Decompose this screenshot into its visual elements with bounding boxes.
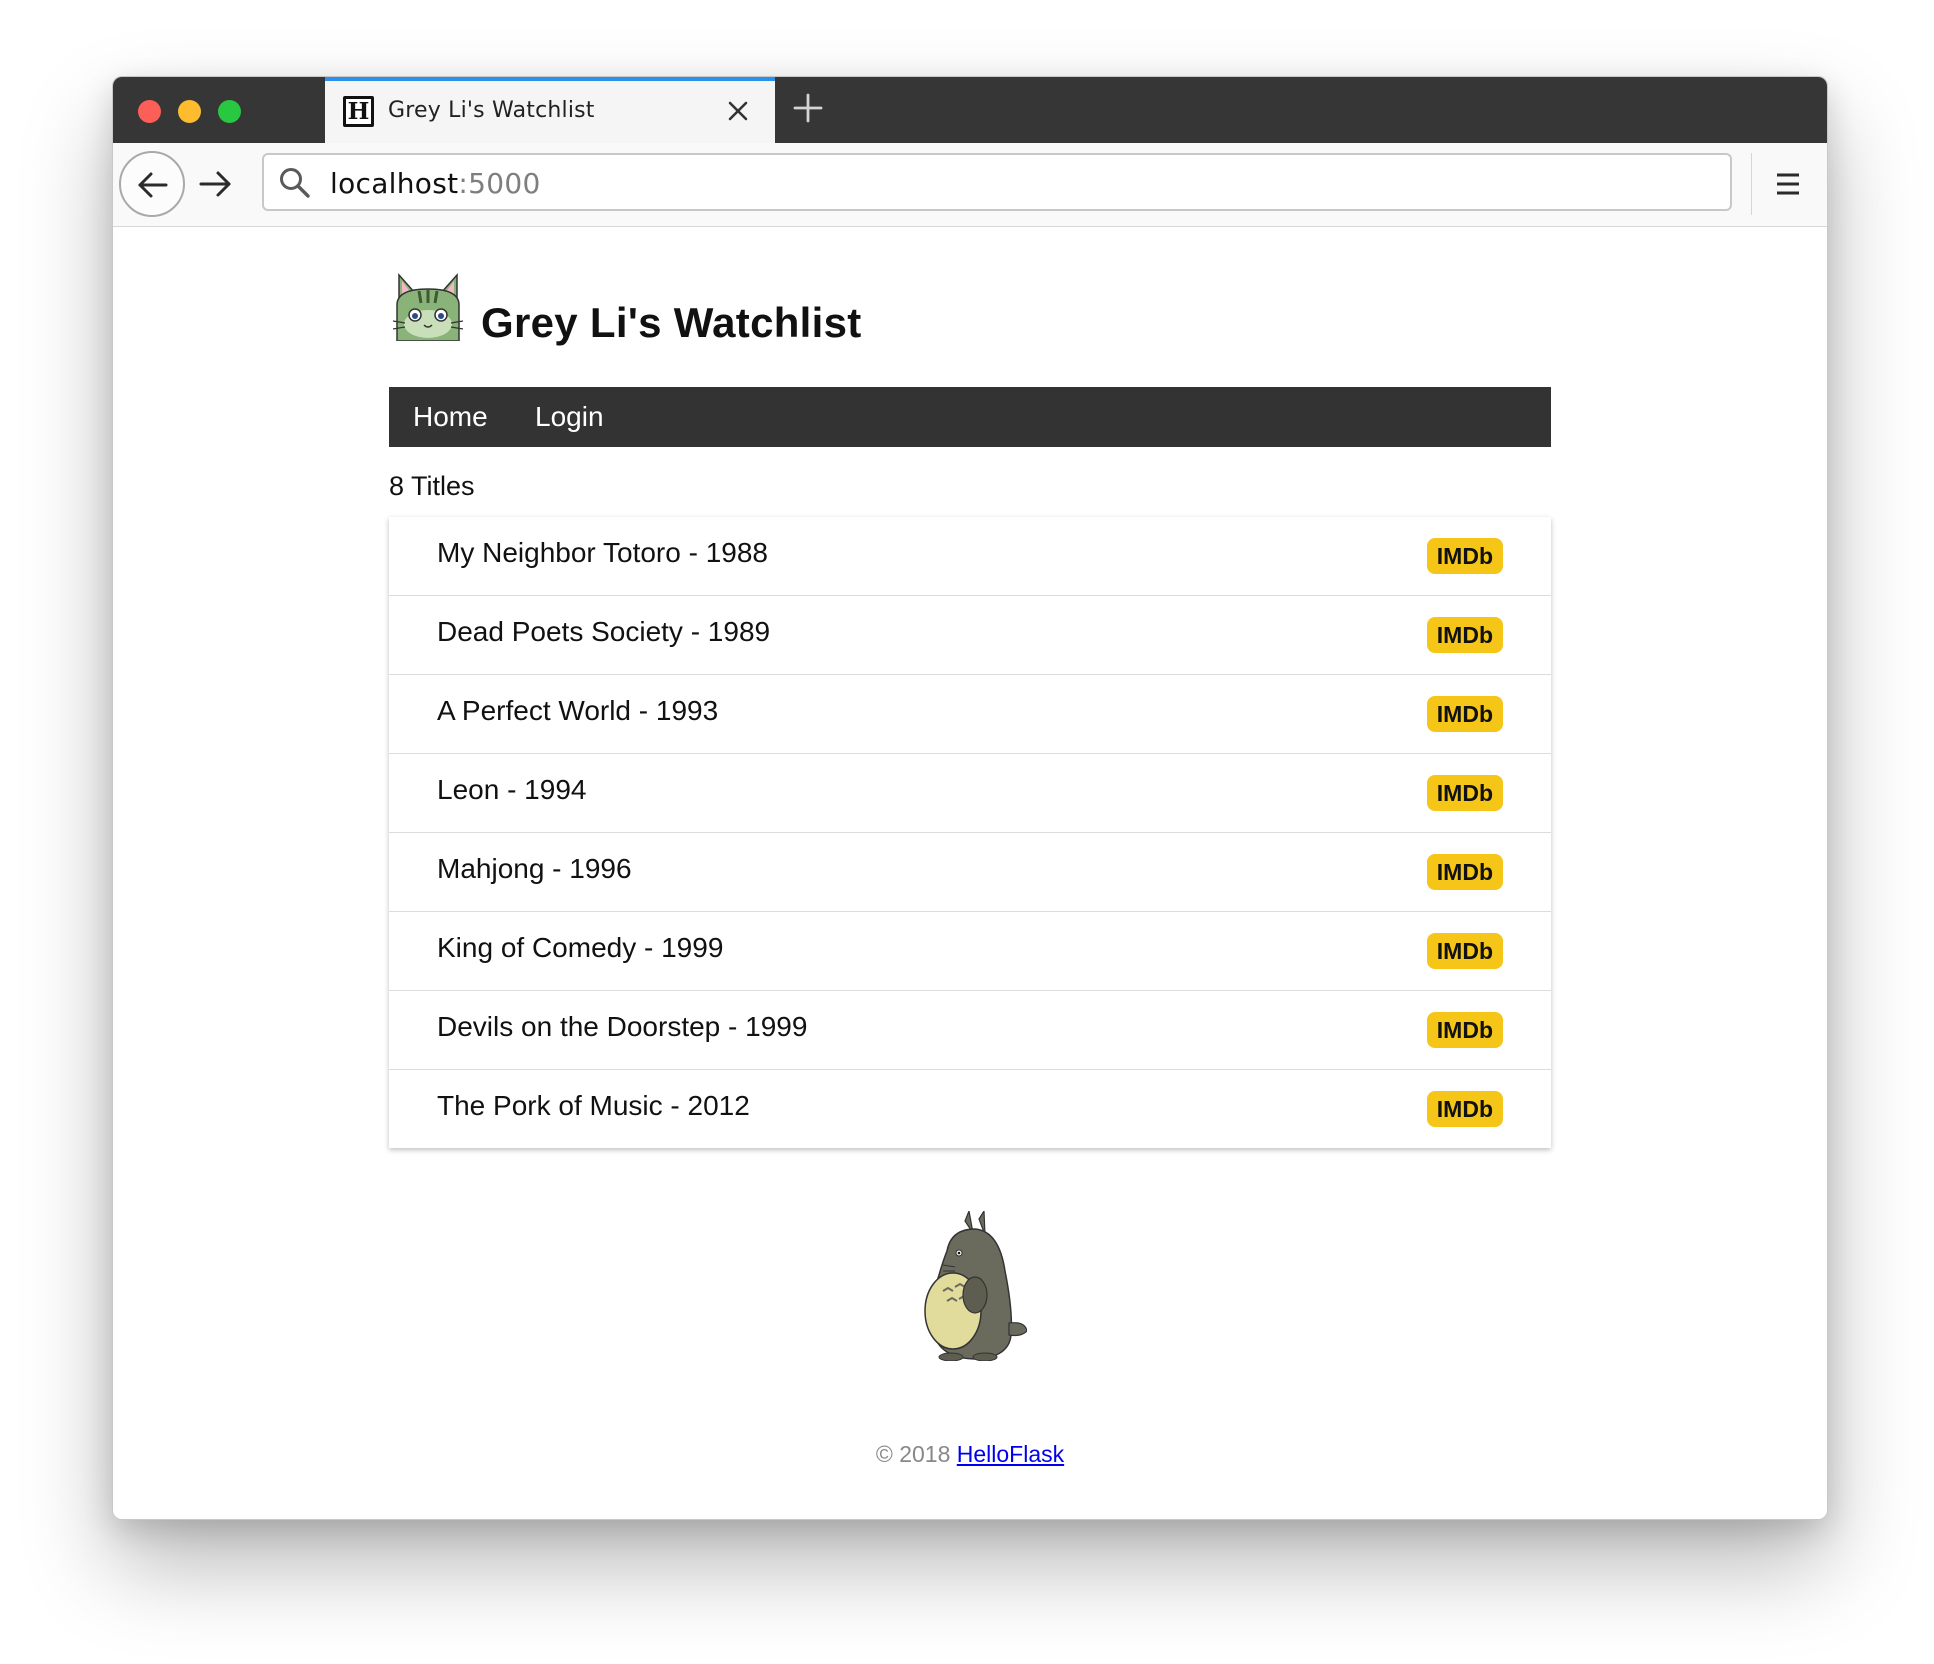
- list-item: King of Comedy - 1999 IMDb: [389, 912, 1551, 991]
- movie-title: Mahjong - 1996: [437, 853, 632, 884]
- toolbar-divider: [1751, 153, 1752, 215]
- imdb-link[interactable]: IMDb: [1426, 617, 1503, 653]
- imdb-link[interactable]: IMDb: [1426, 933, 1503, 969]
- url-text: localhost:5000: [330, 167, 541, 200]
- list-item: Mahjong - 1996 IMDb: [389, 833, 1551, 912]
- active-tab[interactable]: H Grey Li's Watchlist: [325, 77, 775, 143]
- list-item: Dead Poets Society - 1989 IMDb: [389, 596, 1551, 675]
- cat-avatar-icon: [392, 273, 464, 341]
- plus-icon[interactable]: [791, 91, 825, 125]
- browser-toolbar: localhost:5000: [113, 143, 1827, 227]
- movie-title: A Perfect World - 1993: [437, 695, 719, 726]
- hamburger-menu-icon[interactable]: [1771, 167, 1805, 201]
- favicon-icon: H: [343, 96, 374, 127]
- imdb-link[interactable]: IMDb: [1426, 1091, 1503, 1127]
- imdb-link[interactable]: IMDb: [1426, 775, 1503, 811]
- tab-title: Grey Li's Watchlist: [388, 98, 595, 123]
- window-maximize-button[interactable]: [218, 100, 241, 123]
- footer-copyright: © 2018: [875, 1441, 951, 1467]
- browser-window: H Grey Li's Watchlist localhost:5000 Gre…: [112, 76, 1828, 1520]
- movie-title: Devils on the Doorstep - 1999: [437, 1011, 808, 1042]
- page-title: Grey Li's Watchlist: [481, 299, 862, 346]
- page-content: Grey Li's Watchlist Home Login 8 Titles …: [113, 227, 1827, 1519]
- close-icon[interactable]: [725, 98, 751, 124]
- list-item: Leon - 1994 IMDb: [389, 754, 1551, 833]
- imdb-link[interactable]: IMDb: [1426, 1012, 1503, 1048]
- window-close-button[interactable]: [138, 100, 161, 123]
- back-button[interactable]: [119, 151, 185, 217]
- address-bar[interactable]: localhost:5000: [262, 153, 1732, 211]
- movie-title: King of Comedy - 1999: [437, 932, 724, 963]
- forward-arrow-icon[interactable]: [197, 165, 235, 203]
- nav-login-link[interactable]: Login: [535, 387, 604, 447]
- movie-title: The Pork of Music - 2012: [437, 1090, 750, 1121]
- nav-home-link[interactable]: Home: [413, 387, 488, 447]
- list-item: A Perfect World - 1993 IMDb: [389, 675, 1551, 754]
- window-minimize-button[interactable]: [178, 100, 201, 123]
- list-item: The Pork of Music - 2012 IMDb: [389, 1070, 1551, 1148]
- totoro-illustration: [924, 1211, 1027, 1361]
- back-arrow-icon: [138, 172, 168, 198]
- tab-bar: H Grey Li's Watchlist: [113, 77, 1827, 143]
- navbar: Home Login: [389, 387, 1551, 447]
- imdb-link[interactable]: IMDb: [1426, 854, 1503, 890]
- movie-title: Leon - 1994: [437, 774, 587, 805]
- title-count: 8 Titles: [389, 471, 475, 501]
- imdb-link[interactable]: IMDb: [1426, 696, 1503, 732]
- movie-title: Dead Poets Society - 1989: [437, 616, 771, 647]
- movie-list: My Neighbor Totoro - 1988 IMDb Dead Poet…: [389, 517, 1551, 1148]
- search-icon: [280, 168, 310, 198]
- movie-title: My Neighbor Totoro - 1988: [437, 537, 768, 568]
- list-item: Devils on the Doorstep - 1999 IMDb: [389, 991, 1551, 1070]
- url-host: localhost: [330, 167, 459, 200]
- helloflask-link[interactable]: HelloFlask: [957, 1441, 1064, 1467]
- url-port: :5000: [458, 167, 541, 200]
- list-item: My Neighbor Totoro - 1988 IMDb: [389, 517, 1551, 596]
- imdb-link[interactable]: IMDb: [1426, 538, 1503, 574]
- footer: © 2018 HelloFlask: [389, 1441, 1551, 1468]
